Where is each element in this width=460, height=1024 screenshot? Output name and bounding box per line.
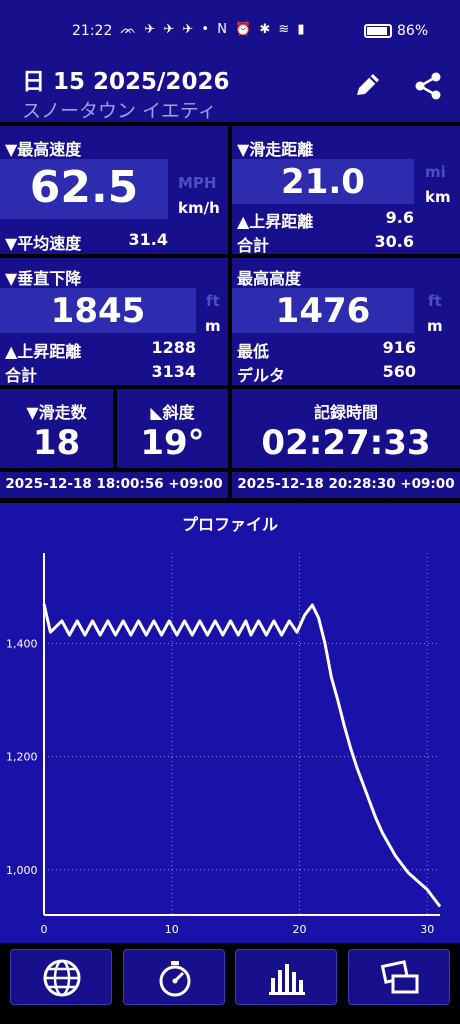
share-icon[interactable] (410, 68, 446, 104)
ascent-distance-label: ▲上昇距離 (237, 212, 314, 231)
run-distance-panel[interactable]: ▼滑走距離 21.0 mi km ▲上昇距離 9.6 合計 30.6 (232, 126, 460, 255)
status-bar: 21:22 ᨏ ✈ ✈ ✈ • N ⏰ ✱ ≋ ▮ 86% (0, 0, 460, 50)
vertical-total-label: 合計 (5, 366, 38, 385)
profile-chart[interactable]: プロファイル 1,000 1,200 1,400 0 10 20 30 (0, 503, 460, 943)
nav-history-button[interactable] (348, 949, 450, 1005)
vertical-ascent-value: 1288 (151, 338, 196, 357)
altitude-delta-value: 560 (382, 362, 416, 381)
duration-value: 02:27:33 (261, 423, 431, 463)
bar-chart-icon (269, 964, 305, 995)
max-speed-value: 62.5 (29, 162, 139, 213)
run-distance-box: 21.0 (232, 159, 414, 204)
end-time: 2025-12-18 20:28:30 +09:00 (237, 476, 455, 492)
duration-panel[interactable]: 記録時間 02:27:33 (232, 389, 460, 468)
run-count-label: ▼滑走数 (26, 403, 87, 422)
ascent-distance-value: 9.6 (385, 208, 414, 227)
y-tick-label: 1,200 (6, 751, 38, 764)
status-time: 21:22 (72, 23, 113, 39)
start-time-panel: 2025-12-18 18:00:56 +09:00 (0, 472, 228, 498)
slope-panel[interactable]: ◣斜度 19° (117, 389, 228, 468)
slope-value: 19° (140, 423, 205, 463)
resort-name: スノータウン イエティ (22, 100, 217, 122)
vertical-descent-panel[interactable]: ▼垂直下降 1845 ft m ▲上昇距離 1288 合計 3134 (0, 258, 228, 385)
min-altitude-label: 最低 (237, 342, 270, 361)
vertical-unit-alt[interactable]: ft (206, 292, 220, 310)
max-speed-label: ▼最高速度 (5, 140, 82, 159)
speed-unit[interactable]: km/h (178, 199, 220, 217)
total-distance-value: 30.6 (374, 232, 414, 251)
app-header: 日 15 2025/2026 スノータウン イエティ (0, 50, 460, 122)
max-altitude-value: 1476 (275, 291, 371, 331)
avg-speed-label: ▼平均速度 (5, 234, 82, 253)
altitude-delta-label: デルタ (237, 366, 286, 385)
altitude-unit[interactable]: m (427, 317, 443, 335)
x-tick-label: 20 (292, 923, 306, 936)
vertical-descent-box: 1845 (0, 288, 196, 333)
distance-unit-alt[interactable]: mi (425, 163, 446, 181)
nav-stats-button[interactable] (235, 949, 337, 1005)
vertical-total-value: 3134 (151, 362, 196, 381)
profile-chart-svg: 1,000 1,200 1,400 0 10 20 30 (6, 553, 442, 936)
max-altitude-panel[interactable]: 最高高度 1476 ft m 最低 916 デルタ 560 (232, 258, 460, 385)
slope-label: ◣斜度 (150, 403, 195, 422)
nav-tracker-button[interactable] (123, 949, 225, 1005)
vertical-ascent-label: ▲上昇距離 (5, 342, 82, 361)
y-tick-label: 1,400 (6, 638, 38, 651)
bottom-nav (0, 943, 460, 1024)
max-altitude-label: 最高高度 (237, 269, 302, 288)
speed-unit-alt[interactable]: MPH (178, 174, 216, 192)
run-count-panel[interactable]: ▼滑走数 18 (0, 389, 113, 468)
stopwatch-icon (159, 961, 191, 997)
end-time-panel: 2025-12-18 20:28:30 +09:00 (232, 472, 460, 498)
vertical-descent-value: 1845 (50, 291, 146, 331)
x-tick-label: 10 (165, 923, 179, 936)
altitude-unit-alt[interactable]: ft (428, 292, 442, 310)
distance-unit[interactable]: km (425, 188, 451, 206)
cards-icon (380, 960, 419, 994)
page-title: 日 15 2025/2026 (22, 69, 230, 95)
run-distance-value: 21.0 (281, 162, 365, 202)
start-time: 2025-12-18 18:00:56 +09:00 (5, 476, 223, 492)
x-tick-label: 0 (41, 923, 48, 936)
max-speed-box: 62.5 (0, 159, 168, 219)
total-distance-label: 合計 (237, 236, 270, 255)
vertical-unit[interactable]: m (205, 317, 221, 335)
min-altitude-value: 916 (382, 338, 416, 357)
globe-icon (43, 959, 81, 997)
status-icons: ᨏ ✈ ✈ ✈ • N ⏰ ✱ ≋ ▮ (120, 22, 307, 37)
pencil-icon[interactable] (350, 68, 386, 104)
avg-speed-value: 31.4 (128, 230, 168, 249)
x-tick-label: 30 (420, 923, 434, 936)
elevation-profile-line (42, 603, 442, 908)
nav-map-button[interactable] (10, 949, 112, 1005)
battery-icon (364, 24, 392, 38)
duration-label: 記録時間 (313, 403, 378, 422)
max-speed-panel[interactable]: ▼最高速度 62.5 MPH km/h ▼平均速度 31.4 (0, 126, 228, 254)
y-tick-label: 1,000 (6, 864, 38, 877)
vertical-descent-label: ▼垂直下降 (5, 269, 82, 288)
battery-level: 86% (397, 23, 429, 39)
max-altitude-box: 1476 (232, 288, 414, 333)
run-distance-label: ▼滑走距離 (237, 140, 314, 159)
run-count-value: 18 (32, 423, 81, 463)
